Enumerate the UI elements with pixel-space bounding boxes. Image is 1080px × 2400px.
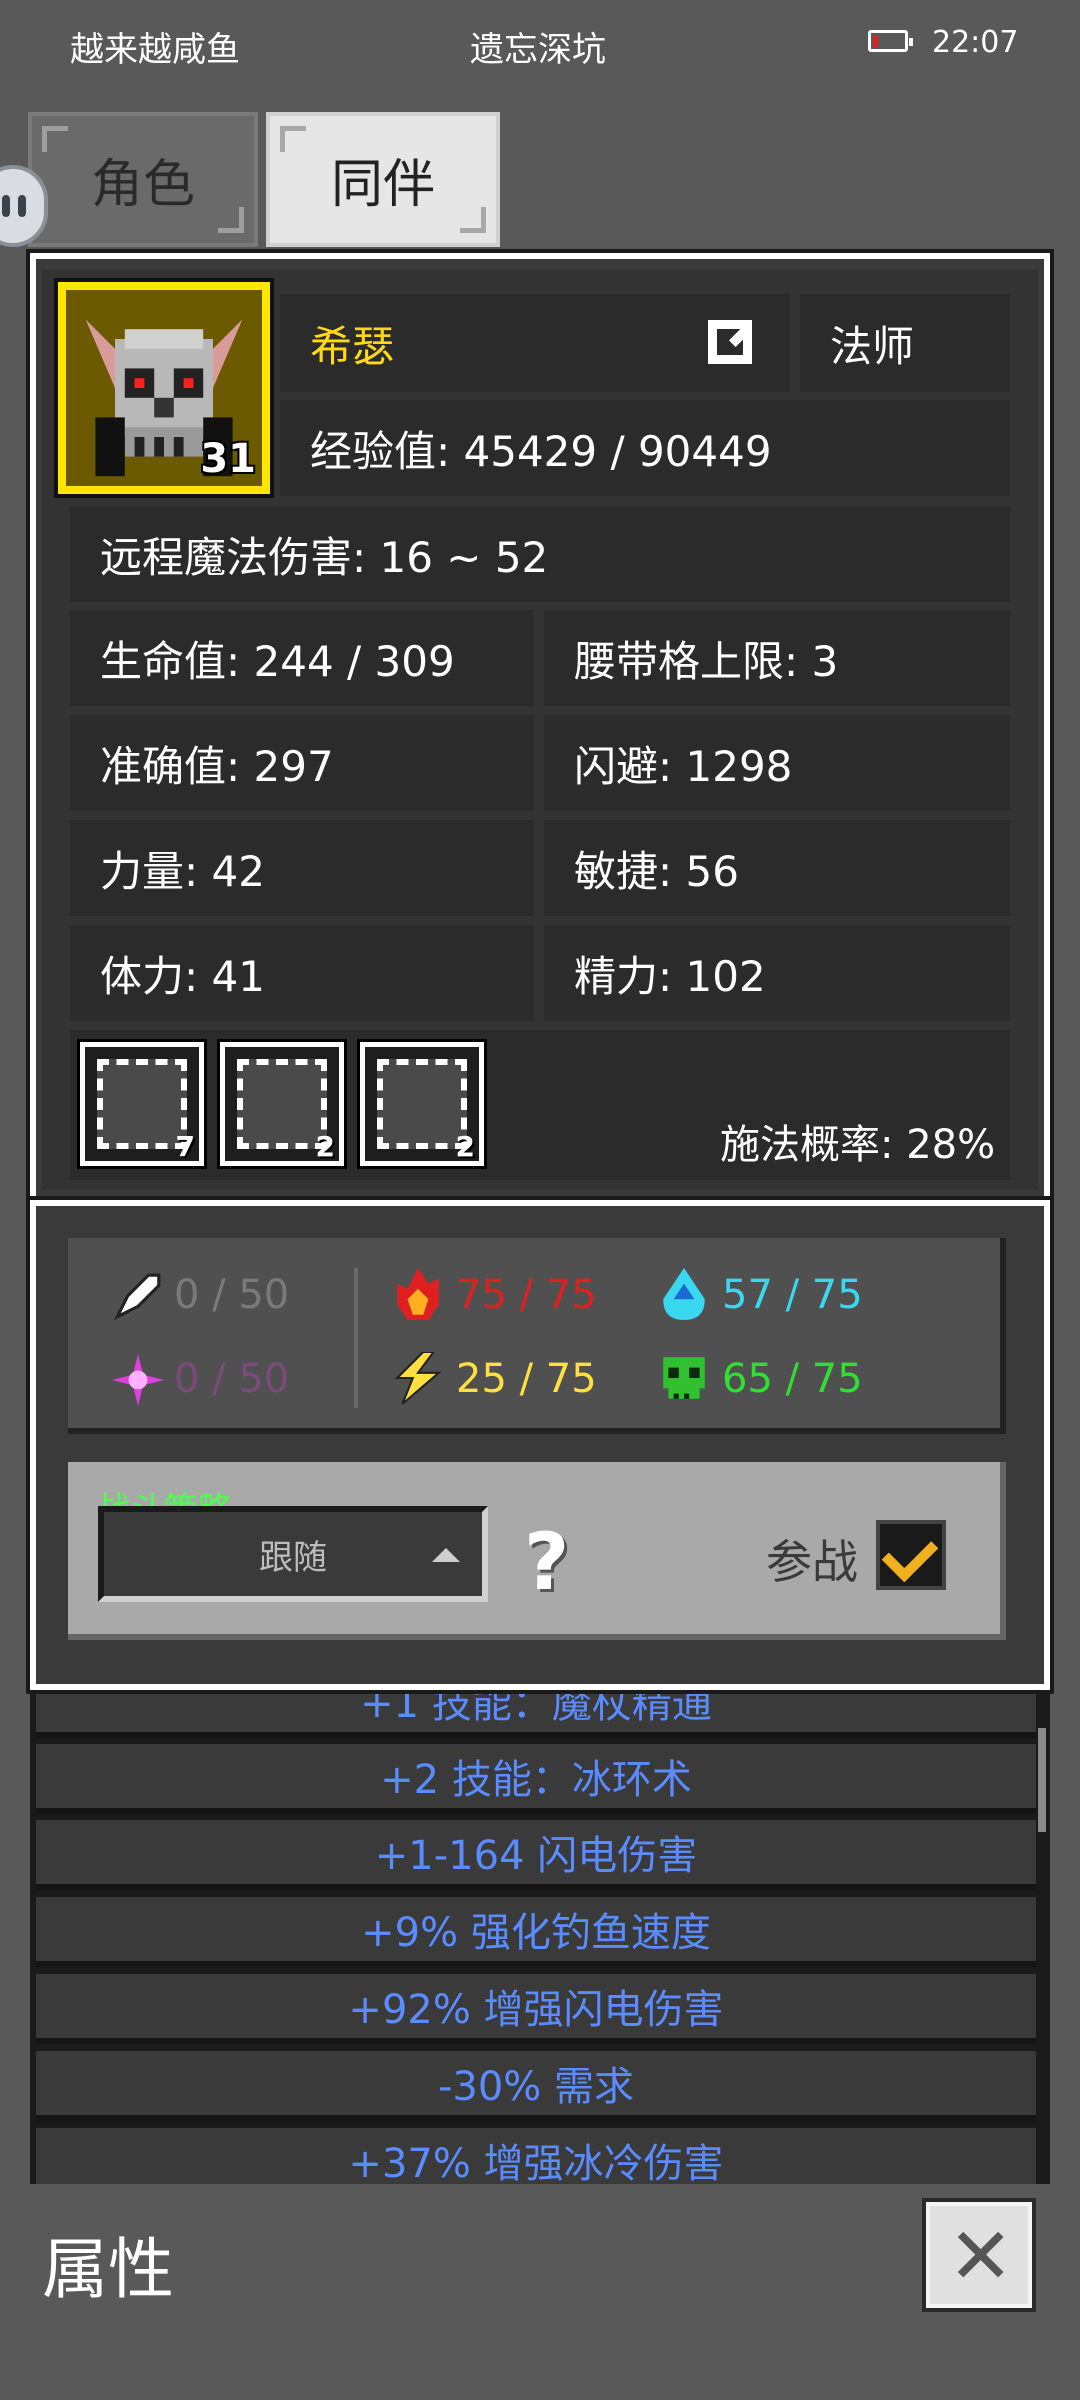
stat-accuracy-text: 准确值: 297 bbox=[100, 741, 334, 791]
damage-text: 远程魔法伤害: 16 ~ 52 bbox=[100, 532, 549, 582]
join-battle-checkbox[interactable] bbox=[876, 1520, 946, 1590]
skull-icon bbox=[663, 1357, 705, 1399]
tab-character-label: 角色 bbox=[90, 155, 195, 215]
item-property-list[interactable]: +1 技能：魔杖精通 +2 技能：冰环术 +1-164 闪电伤害 +9% 强化钓… bbox=[30, 1694, 1050, 2184]
stat-agility: 敏捷: 56 bbox=[544, 820, 1010, 916]
close-icon: ✕ bbox=[948, 2212, 1014, 2302]
list-item: +2 技能：冰环术 bbox=[36, 1744, 1036, 1814]
resistance-lightning-value: 25 / 75 bbox=[456, 1356, 597, 1402]
skill-count: 2 bbox=[455, 1130, 475, 1163]
resistance-divider bbox=[354, 1268, 358, 1408]
status-time: 22:07 bbox=[932, 25, 1019, 60]
stat-hp-text: 生命值: 244 / 309 bbox=[100, 636, 455, 686]
strategy-selected: 跟随 bbox=[259, 1537, 327, 1578]
stat-strength-text: 力量: 42 bbox=[100, 846, 265, 896]
skill-count: 2 bbox=[315, 1130, 335, 1163]
companion-portrait[interactable]: 31 bbox=[54, 278, 274, 498]
skill-slot-2[interactable]: 2 bbox=[217, 1039, 347, 1169]
stat-hp: 生命值: 244 / 309 bbox=[70, 610, 534, 706]
skill-rune-icon bbox=[97, 1059, 187, 1149]
strategy-dropdown[interactable]: 跟随 bbox=[98, 1506, 488, 1602]
stat-belt-text: 腰带格上限: 3 bbox=[574, 636, 839, 686]
arcane-star-icon bbox=[112, 1354, 164, 1406]
tab-companion[interactable]: 同伴 bbox=[266, 112, 500, 247]
stat-energy: 精力: 102 bbox=[544, 925, 1010, 1021]
stat-dodge: 闪避: 1298 bbox=[544, 715, 1010, 811]
fire-icon bbox=[397, 1268, 439, 1320]
physical-shard-icon bbox=[113, 1273, 161, 1321]
skill-rune-icon bbox=[237, 1059, 327, 1149]
skill-slot-1[interactable]: 7 bbox=[77, 1039, 207, 1169]
list-item: +37% 增强冰冷伤害 bbox=[36, 2128, 1036, 2184]
battery-icon bbox=[868, 30, 913, 52]
water-drop-icon bbox=[663, 1268, 705, 1320]
resistance-physical-value: 0 / 50 bbox=[174, 1272, 290, 1318]
resistance-arcane-value: 0 / 50 bbox=[174, 1356, 290, 1402]
tab-companion-label: 同伴 bbox=[330, 155, 435, 215]
join-battle-label: 参战 bbox=[766, 1535, 858, 1589]
stat-belt: 腰带格上限: 3 bbox=[544, 610, 1010, 706]
companion-name: 希瑟 bbox=[310, 321, 395, 371]
list-item: -30% 需求 bbox=[36, 2051, 1036, 2121]
edit-name-icon[interactable] bbox=[708, 320, 752, 364]
stat-strength: 力量: 42 bbox=[70, 820, 534, 916]
bottom-title: 属性 bbox=[42, 2231, 174, 2308]
list-item: +1 技能：魔杖精通 bbox=[36, 1694, 1036, 1738]
list-item: +92% 增强闪电伤害 bbox=[36, 1974, 1036, 2044]
stat-energy-text: 精力: 102 bbox=[574, 951, 766, 1001]
lightning-icon bbox=[394, 1352, 442, 1404]
companion-level: 31 bbox=[200, 436, 256, 482]
chevron-up-icon bbox=[432, 1548, 460, 1562]
stat-accuracy: 准确值: 297 bbox=[70, 715, 534, 811]
close-button[interactable]: ✕ bbox=[922, 2198, 1036, 2312]
resistance-box bbox=[68, 1238, 1006, 1434]
skill-rune-icon bbox=[377, 1059, 467, 1149]
resistance-cold-value: 57 / 75 bbox=[722, 1272, 863, 1318]
resistance-fire-value: 75 / 75 bbox=[456, 1272, 597, 1318]
companion-class: 法师 bbox=[830, 321, 915, 371]
list-item: +9% 强化钓鱼速度 bbox=[36, 1897, 1036, 1967]
cast-chance: 施法概率: 28% bbox=[720, 1122, 996, 1168]
stat-agility-text: 敏捷: 56 bbox=[574, 846, 739, 896]
damage-cell: 远程魔法伤害: 16 ~ 52 bbox=[70, 506, 1010, 602]
stat-stamina-text: 体力: 41 bbox=[100, 951, 265, 1001]
status-center-text: 遗忘深坑 bbox=[470, 30, 606, 70]
tab-character[interactable]: 角色 bbox=[28, 112, 258, 247]
resistance-poison-value: 65 / 75 bbox=[722, 1356, 863, 1402]
list-scrollbar[interactable] bbox=[1038, 1728, 1046, 1832]
experience-text: 经验值: 45429 / 90449 bbox=[310, 426, 772, 476]
list-item: +1-164 闪电伤害 bbox=[36, 1820, 1036, 1890]
experience-cell: 经验值: 45429 / 90449 bbox=[280, 400, 1010, 496]
status-left-text: 越来越咸鱼 bbox=[70, 30, 240, 70]
skill-slot-3[interactable]: 2 bbox=[357, 1039, 487, 1169]
skill-count: 7 bbox=[175, 1130, 195, 1163]
companion-class-cell: 法师 bbox=[800, 294, 1010, 392]
stat-stamina: 体力: 41 bbox=[70, 925, 534, 1021]
help-question-icon[interactable]: ? bbox=[524, 1518, 569, 1608]
stat-dodge-text: 闪避: 1298 bbox=[574, 741, 793, 791]
